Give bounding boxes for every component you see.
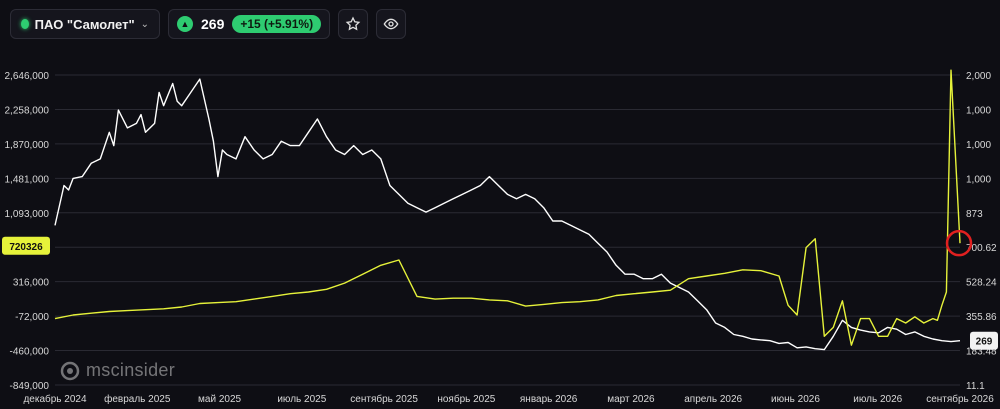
right-tick-label: 355.86 — [966, 312, 997, 323]
x-tick-label: март 2026 — [607, 394, 655, 405]
left-tick-label: 2,646,000 — [5, 71, 50, 82]
x-tick-label: май 2025 — [198, 394, 241, 405]
x-tick-label: июль 2026 — [853, 394, 902, 405]
left-tick-label: 1,481,000 — [5, 174, 50, 185]
current-price-tag-label: 269 — [976, 337, 993, 348]
x-tick-label: февраль 2025 — [104, 393, 171, 405]
left-tick-label: 1,870,000 — [5, 140, 50, 151]
right-tick-label: 1,000 — [966, 140, 991, 151]
right-tick-label: 1,000 — [966, 105, 991, 116]
x-tick-label: июль 2025 — [277, 394, 326, 405]
left-tick-label: -72,000 — [15, 312, 49, 323]
right-tick-label: 1,000 — [966, 174, 991, 185]
x-tick-label: сентябрь 2026 — [926, 393, 994, 405]
x-tick-label: декабрь 2024 — [23, 393, 87, 405]
right-tick-label: 528.24 — [966, 278, 997, 289]
series-line-yellow — [54, 69, 961, 346]
current-value-label: 720326 — [9, 242, 43, 253]
right-tick-label: 2,000 — [966, 71, 991, 82]
x-tick-label: апрель 2026 — [684, 394, 742, 405]
x-tick-label: ноябрь 2025 — [437, 393, 495, 405]
x-tick-label: сентябрь 2025 — [350, 393, 418, 405]
msc-logo-icon — [60, 361, 80, 380]
x-tick-label: январь 2026 — [520, 394, 578, 405]
left-tick-label: -849,000 — [10, 381, 50, 392]
right-tick-label: 11.1 — [966, 381, 985, 392]
watermark-text: mscinsider — [86, 360, 176, 380]
left-tick-label: 316,000 — [13, 278, 50, 289]
left-tick-label: -460,000 — [10, 347, 50, 358]
price-chart: 2,646,000 2,258,000 1,870,000 1,481,000 1,09… — [2, 69, 998, 405]
watermark: mscinsider — [60, 360, 175, 381]
left-tick-label: 1,093,000 — [5, 209, 50, 220]
left-tick-label: 2,258,000 — [5, 105, 50, 116]
right-tick-label: 873 — [966, 209, 983, 220]
series-line-white — [54, 78, 961, 351]
x-tick-label: июнь 2026 — [771, 394, 820, 405]
